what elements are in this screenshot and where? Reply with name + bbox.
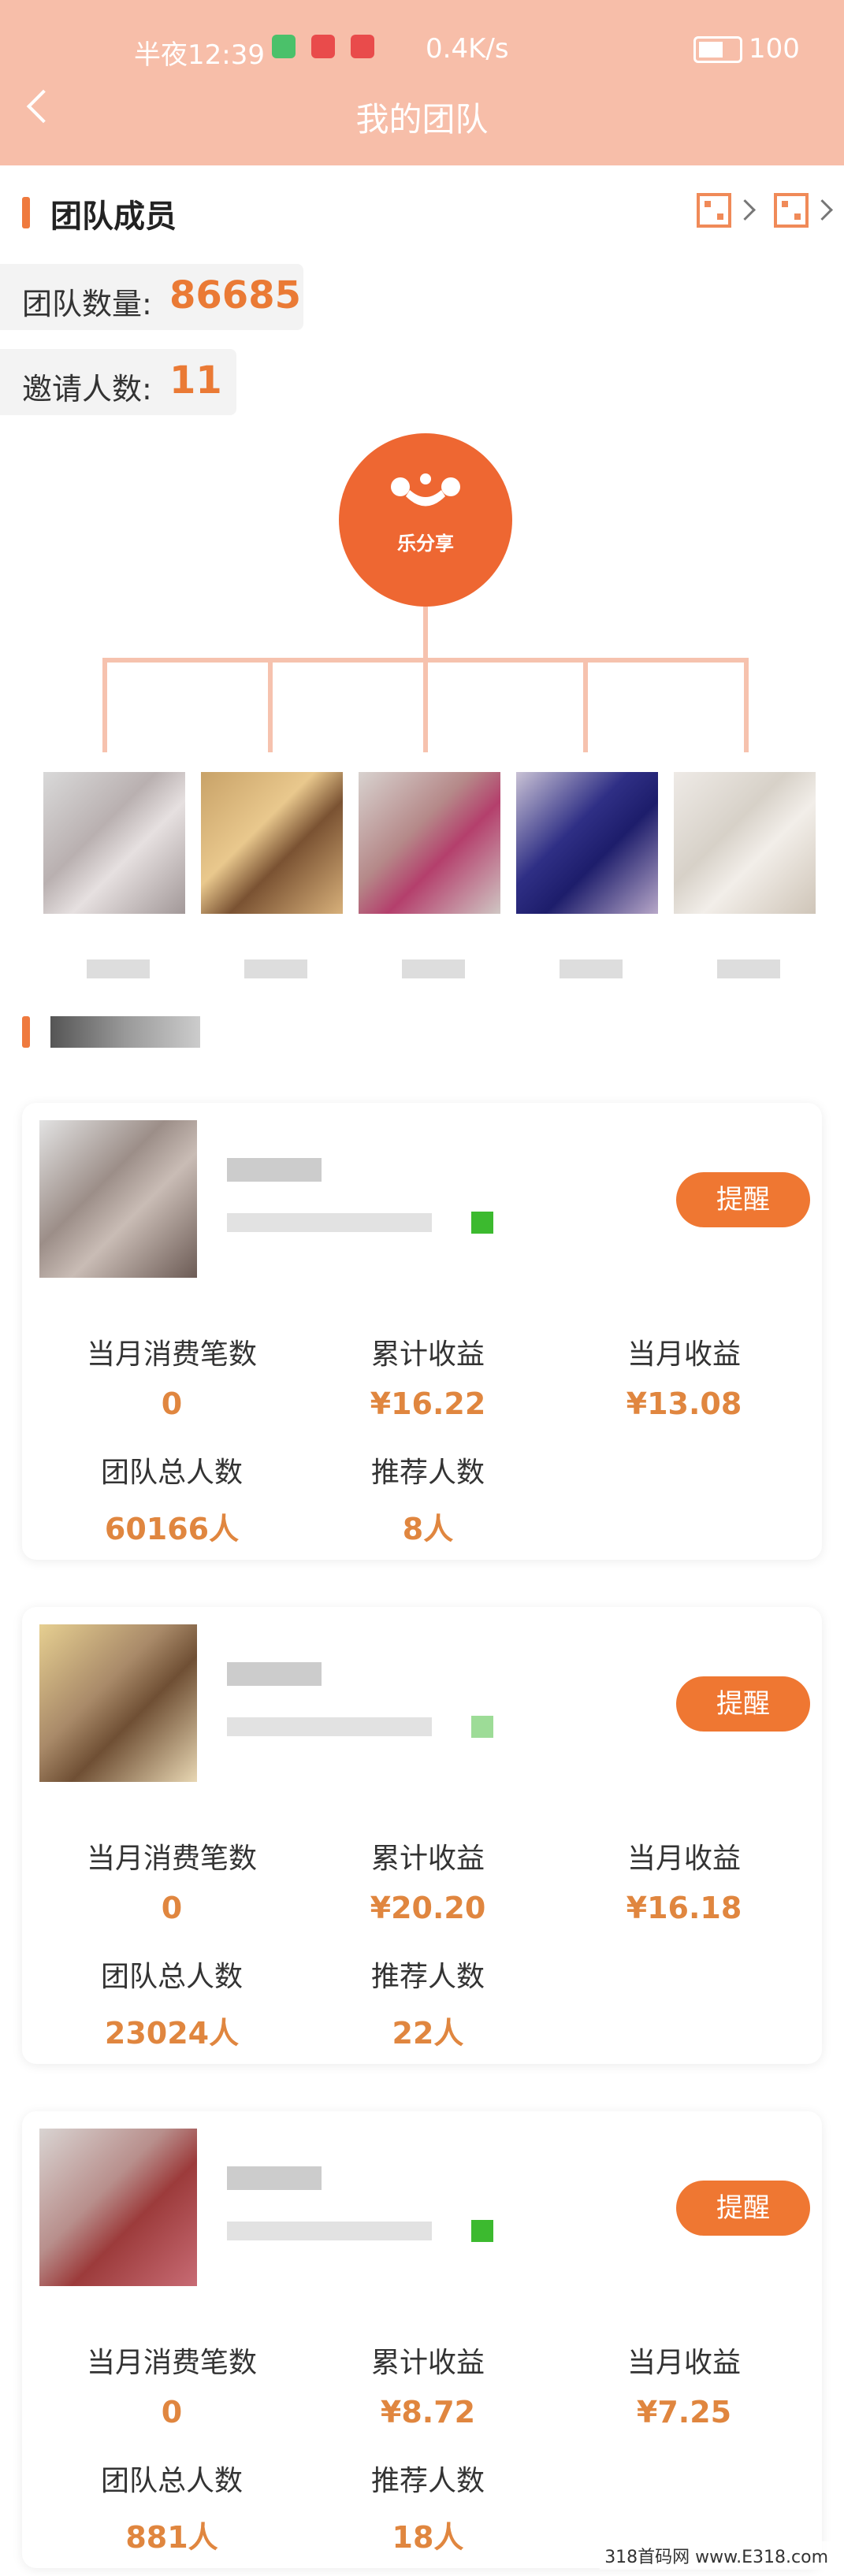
member-card: 提醒 当月消费笔数 累计收益 当月收益 0 ¥8.72 ¥7.25 团队总人数 … bbox=[22, 2111, 822, 2568]
battery-icon bbox=[693, 36, 742, 63]
member-phone bbox=[227, 1213, 432, 1232]
stat-value: ¥16.22 bbox=[370, 1386, 486, 1421]
stat-value: 0 bbox=[161, 1891, 183, 1925]
tree-line bbox=[423, 607, 428, 662]
invite-count-label: 邀请人数: bbox=[22, 372, 152, 406]
member-avatar[interactable] bbox=[43, 772, 185, 914]
tree-line bbox=[583, 658, 588, 752]
page-title: 我的团队 bbox=[355, 100, 489, 139]
stat-value: ¥8.72 bbox=[380, 2395, 476, 2429]
stat-value: ¥20.20 bbox=[370, 1891, 486, 1925]
member-name bbox=[227, 2166, 322, 2190]
stat-label: 推荐人数 bbox=[370, 2465, 485, 2497]
remind-button[interactable]: 提醒 bbox=[676, 2181, 810, 2236]
wechat-icon bbox=[272, 35, 296, 58]
stat-value: 0 bbox=[161, 2395, 183, 2429]
stat-label: 当月消费笔数 bbox=[86, 1843, 257, 1875]
chevron-right-icon[interactable] bbox=[734, 199, 756, 221]
tree-line bbox=[268, 658, 273, 752]
stat-label: 团队总人数 bbox=[100, 1457, 243, 1489]
watermark: 318首码网 www.E318.com bbox=[600, 2541, 833, 2570]
member-name bbox=[227, 1662, 322, 1686]
stat-value: 23024人 bbox=[104, 2016, 240, 2051]
stat-label: 当月收益 bbox=[626, 2347, 741, 2379]
remind-button[interactable]: 提醒 bbox=[676, 1676, 810, 1732]
stat-value: ¥13.08 bbox=[626, 1386, 742, 1421]
member-name bbox=[402, 960, 465, 978]
stat-label: 当月收益 bbox=[626, 1843, 741, 1875]
stat-value: ¥16.18 bbox=[626, 1891, 742, 1925]
team-count-label: 团队数量: bbox=[22, 287, 152, 321]
member-card: 提醒 当月消费笔数 累计收益 当月收益 0 ¥20.20 ¥16.18 团队总人… bbox=[22, 1607, 822, 2064]
team-count-value: 86685 bbox=[169, 273, 301, 317]
header-bar: 半夜12:39 0.4K/s 100 我的团队 bbox=[0, 0, 844, 165]
tree-line bbox=[102, 658, 107, 752]
stat-value: 22人 bbox=[392, 2016, 464, 2051]
brand-logo: 乐分享 bbox=[339, 433, 512, 607]
member-name bbox=[227, 1158, 322, 1182]
qrcode-icon[interactable] bbox=[697, 193, 731, 228]
stat-label: 当月收益 bbox=[626, 1338, 741, 1371]
stat-value: 18人 bbox=[392, 2520, 464, 2555]
stat-label: 累计收益 bbox=[370, 1843, 485, 1875]
section-title-list bbox=[50, 1016, 200, 1048]
invite-count-value: 11 bbox=[169, 358, 222, 403]
member-name bbox=[87, 960, 150, 978]
status-dot bbox=[471, 1212, 493, 1234]
remind-button[interactable]: 提醒 bbox=[676, 1172, 810, 1227]
tree-line bbox=[423, 658, 428, 752]
team-count-badge: 团队数量: 86685 bbox=[0, 264, 303, 330]
stat-label: 当月消费笔数 bbox=[86, 2347, 257, 2379]
stat-value: 60166人 bbox=[104, 1512, 240, 1546]
stat-value: 881人 bbox=[125, 2520, 218, 2555]
status-bar: 半夜12:39 0.4K/s 100 bbox=[0, 24, 844, 79]
member-avatar[interactable] bbox=[516, 772, 658, 914]
tree-line bbox=[744, 658, 749, 752]
stat-label: 当月消费笔数 bbox=[86, 1338, 257, 1371]
status-time: 半夜12:39 bbox=[134, 39, 265, 71]
member-name bbox=[560, 960, 623, 978]
qrcode-icon[interactable] bbox=[774, 193, 809, 228]
stat-label: 团队总人数 bbox=[100, 1961, 243, 1993]
stat-value: ¥7.25 bbox=[636, 2395, 732, 2429]
stat-label: 推荐人数 bbox=[370, 1961, 485, 1993]
member-photo bbox=[39, 1120, 197, 1278]
section-marker bbox=[22, 197, 30, 228]
battery-level: 100 bbox=[749, 33, 800, 65]
stat-value: 8人 bbox=[402, 1512, 454, 1546]
invite-count-badge: 邀请人数: 11 bbox=[0, 349, 236, 415]
status-dot bbox=[471, 1716, 493, 1738]
member-name bbox=[717, 960, 780, 978]
member-photo bbox=[39, 1624, 197, 1782]
member-photo bbox=[39, 2129, 197, 2286]
main-content: 团队成员 团队数量: 86685 邀请人数: 11 乐分享 提醒 当月消费笔数 … bbox=[0, 165, 844, 2576]
member-name bbox=[244, 960, 307, 978]
status-dot bbox=[471, 2220, 493, 2242]
member-phone bbox=[227, 1717, 432, 1736]
stat-value: 0 bbox=[161, 1386, 183, 1421]
section-marker bbox=[22, 1016, 30, 1048]
stat-label: 团队总人数 bbox=[100, 2465, 243, 2497]
app-icon bbox=[311, 35, 335, 58]
network-speed: 0.4K/s bbox=[426, 33, 509, 65]
member-avatar[interactable] bbox=[201, 772, 343, 914]
member-avatar[interactable] bbox=[674, 772, 816, 914]
member-card: 提醒 当月消费笔数 累计收益 当月收益 0 ¥16.22 ¥13.08 团队总人… bbox=[22, 1103, 822, 1560]
stat-label: 累计收益 bbox=[370, 1338, 485, 1371]
stat-label: 累计收益 bbox=[370, 2347, 485, 2379]
logo-mark-icon bbox=[391, 473, 460, 507]
app-icon bbox=[351, 35, 374, 58]
section-title-members: 团队成员 bbox=[50, 199, 177, 235]
stat-label: 推荐人数 bbox=[370, 1457, 485, 1489]
chevron-right-icon[interactable] bbox=[812, 199, 833, 221]
member-phone bbox=[227, 2222, 432, 2240]
brand-name: 乐分享 bbox=[397, 533, 454, 555]
member-avatar[interactable] bbox=[359, 772, 500, 914]
